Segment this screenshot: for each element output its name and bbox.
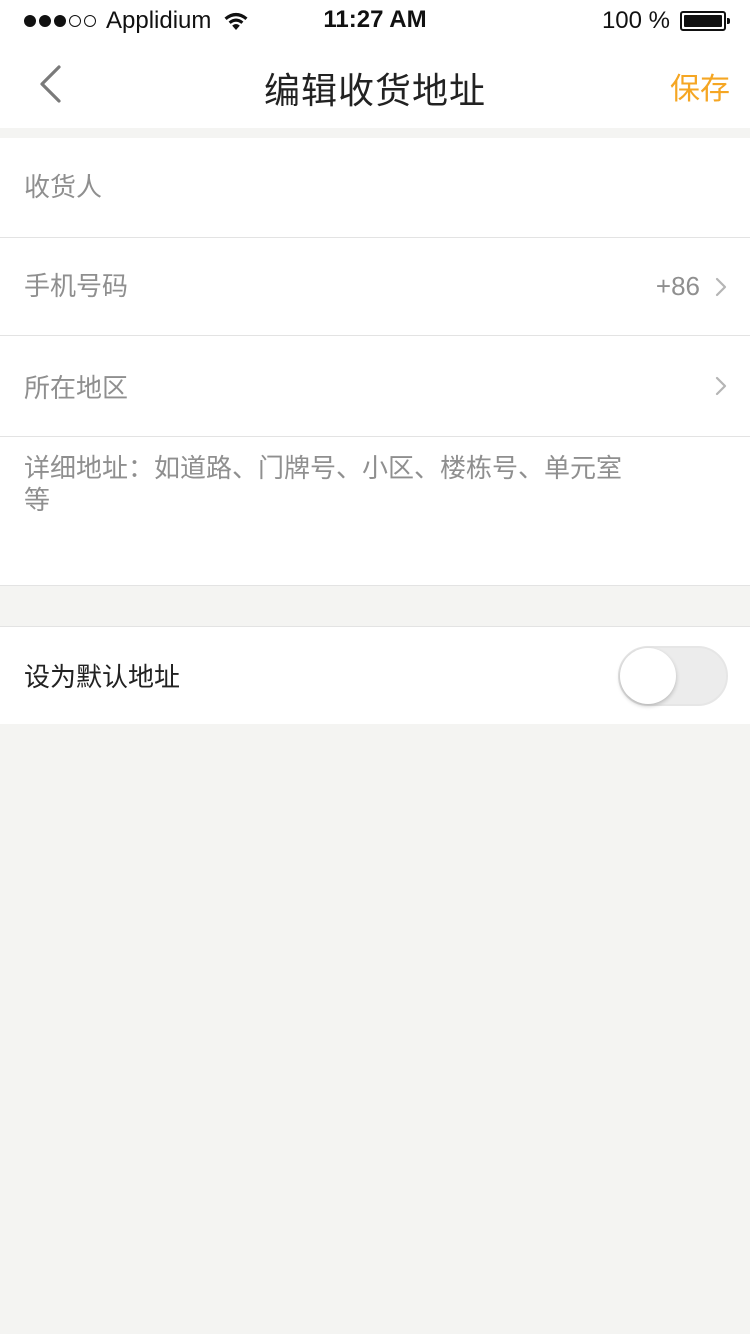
country-code-selector[interactable]: +86 bbox=[656, 238, 728, 335]
detail-address-input[interactable] bbox=[24, 453, 644, 563]
default-address-row: 设为默认地址 bbox=[0, 626, 750, 724]
chevron-right-icon bbox=[715, 376, 727, 396]
address-form: +86 所在地区 bbox=[0, 138, 750, 586]
status-bar: Applidium 11:27 AM 100 % bbox=[0, 0, 750, 40]
default-address-label: 设为默认地址 bbox=[24, 663, 181, 693]
phone-row: +86 bbox=[0, 238, 750, 336]
battery-icon bbox=[680, 11, 730, 31]
detail-address-row bbox=[0, 437, 750, 586]
navigation-bar: 编辑收货地址 保存 bbox=[0, 40, 750, 128]
phone-input[interactable] bbox=[24, 238, 584, 335]
chevron-right-icon bbox=[715, 277, 727, 296]
status-right: 100 % bbox=[601, 6, 730, 36]
region-label: 所在地区 bbox=[24, 373, 129, 404]
battery-percentage: 100 % bbox=[601, 7, 670, 34]
save-button[interactable]: 保存 bbox=[670, 64, 730, 108]
recipient-input[interactable] bbox=[24, 138, 624, 237]
toggle-knob bbox=[620, 648, 676, 704]
battery-fill bbox=[684, 15, 722, 27]
country-code: +86 bbox=[655, 271, 700, 301]
region-row[interactable]: 所在地区 bbox=[0, 336, 750, 437]
page-title: 编辑收货地址 bbox=[263, 71, 486, 112]
default-address-toggle[interactable] bbox=[618, 646, 728, 706]
recipient-row bbox=[0, 138, 750, 238]
